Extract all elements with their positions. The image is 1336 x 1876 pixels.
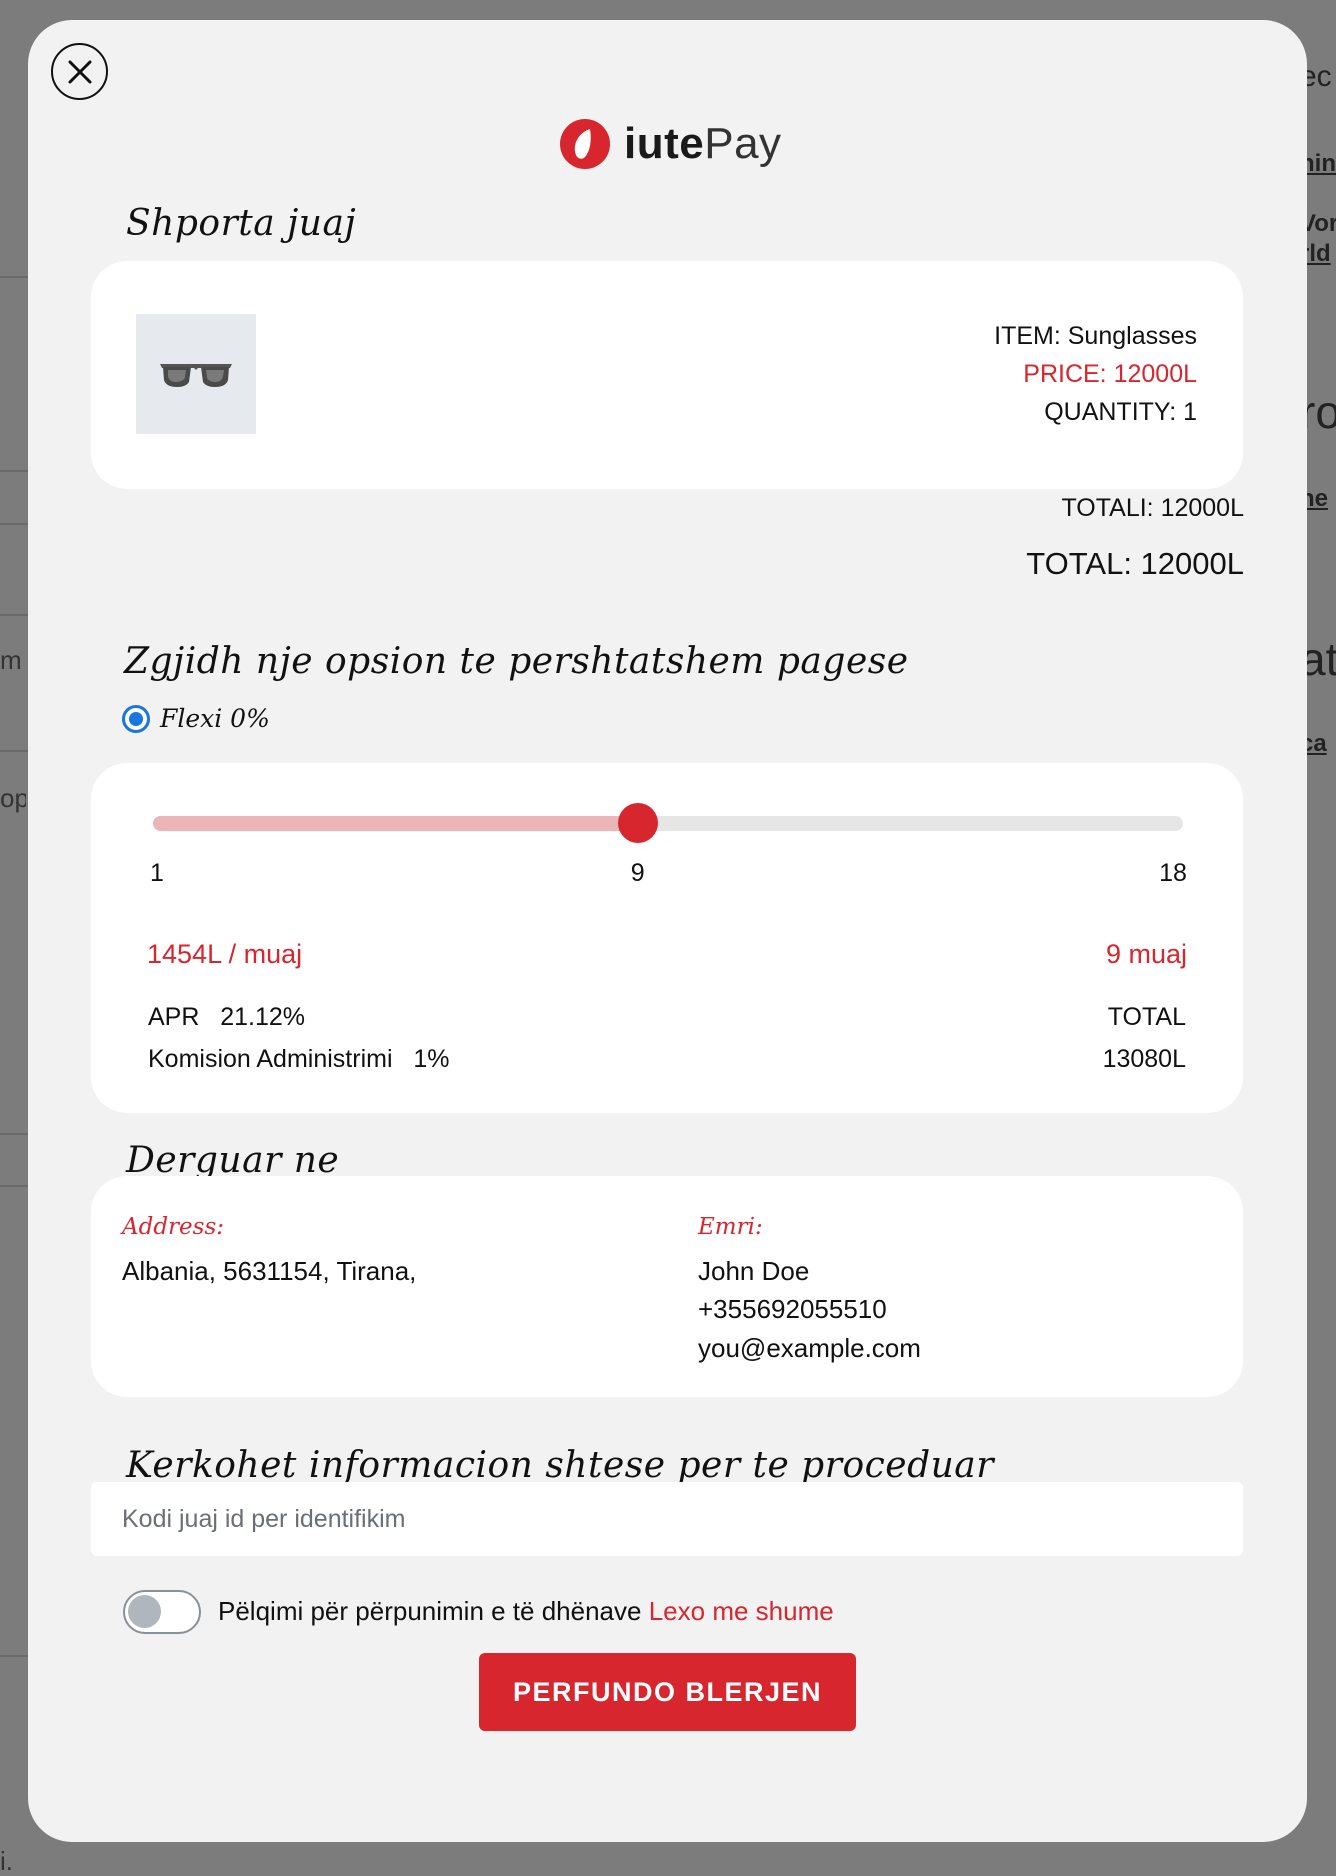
installment-card: 1 9 18 1454L / muaj 9 muaj APR 21.12% Ko… <box>91 763 1243 1113</box>
shipping-card: Address: Albania, 5631154, Tirana, Emri:… <box>91 1176 1243 1397</box>
apr-value: 21.12% <box>220 1003 306 1031</box>
background-divider <box>0 750 28 752</box>
payment-option-radio[interactable] <box>122 704 150 733</box>
read-more-link[interactable]: Lexo me shume <box>649 1596 834 1626</box>
installment-slider[interactable] <box>153 803 1183 843</box>
apr-row: APR 21.12% <box>148 1003 305 1032</box>
phone-value: +355692055510 <box>698 1294 887 1324</box>
apr-label: APR <box>148 1003 200 1031</box>
commission-value: 1% <box>413 1045 450 1073</box>
subtotal: TOTALI: 12000L <box>1061 494 1244 522</box>
iutepay-logo-icon <box>560 119 610 169</box>
checkout-modal: iutePay Shporta juaj ITEM: Sunglasses PR… <box>28 20 1307 1842</box>
background-divider <box>0 1185 28 1187</box>
slider-thumb[interactable] <box>617 803 658 843</box>
consent-text: Pëlqimi për përpunimin e të dhënave Lexo… <box>218 1596 834 1627</box>
monthly-payment: 1454L / muaj <box>147 939 303 969</box>
slider-tick-min: 1 <box>150 859 164 887</box>
payment-option-label: Flexi 0% <box>160 704 270 733</box>
product-image <box>136 314 256 434</box>
payment-option-flexi[interactable]: Flexi 0% <box>122 704 270 733</box>
logo-wordmark-bold: iute <box>624 119 705 168</box>
installment-total-value: 13080L <box>1102 1045 1186 1073</box>
background-divider <box>0 470 28 472</box>
item-name: ITEM: Sunglasses <box>994 322 1197 350</box>
radio-selected-dot <box>129 711 143 726</box>
item-price: PRICE: 12000L <box>1023 360 1197 388</box>
item-quantity: QUANTITY: 1 <box>1044 398 1197 426</box>
background-divider <box>0 1133 28 1135</box>
extra-info-heading: Kerkohet informacion shtese per te proce… <box>126 1445 994 1486</box>
close-icon <box>68 60 91 83</box>
address-value: Albania, 5631154, Tirana, <box>122 1256 417 1286</box>
shipping-heading: Derguar ne <box>126 1140 340 1181</box>
slider-tick-value: 9 <box>630 859 645 887</box>
consent-label: Pëlqimi për përpunimin e të dhënave <box>218 1596 642 1626</box>
payment-heading: Zgjidh nje opsion te pershtatshem pagese <box>124 641 909 682</box>
commission-label: Komision Administrimi <box>148 1045 393 1073</box>
logo-wordmark-light: Pay <box>704 119 782 168</box>
cart-item-details: ITEM: Sunglasses PRICE: 12000L QUANTITY:… <box>994 317 1197 431</box>
logo-wordmark: iutePay <box>624 119 782 169</box>
slider-fill <box>153 816 638 831</box>
months-count: 9 muaj <box>1105 939 1187 969</box>
name-label: Emri: <box>698 1214 763 1240</box>
background-divider <box>0 614 28 616</box>
background-divider <box>0 523 28 525</box>
background-text: m <box>0 645 22 675</box>
address-label: Address: <box>122 1214 225 1240</box>
background-text: op <box>0 783 26 813</box>
installment-total-label: TOTAL <box>1107 1003 1186 1031</box>
email-value: you@example.com <box>698 1333 921 1363</box>
sunglasses-icon <box>160 364 232 387</box>
background-divider <box>0 1655 28 1657</box>
consent-toggle[interactable] <box>123 1590 201 1634</box>
name-value: John Doe <box>698 1256 810 1286</box>
toggle-knob <box>128 1595 161 1628</box>
complete-purchase-button[interactable]: PERFUNDO BLERJEN <box>479 1653 856 1731</box>
id-code-input[interactable] <box>91 1482 1243 1556</box>
cart-heading: Shporta juaj <box>126 203 357 244</box>
commission-row: Komision Administrimi 1% <box>148 1045 450 1074</box>
background-text: i. <box>0 1846 13 1876</box>
slider-tick-max: 18 <box>1159 859 1187 887</box>
iutepay-logo: iutePay <box>560 116 782 172</box>
background-divider <box>0 276 28 278</box>
cart-card: ITEM: Sunglasses PRICE: 12000L QUANTITY:… <box>91 261 1243 489</box>
total: TOTAL: 12000L <box>1026 546 1244 581</box>
close-button[interactable] <box>51 43 108 100</box>
